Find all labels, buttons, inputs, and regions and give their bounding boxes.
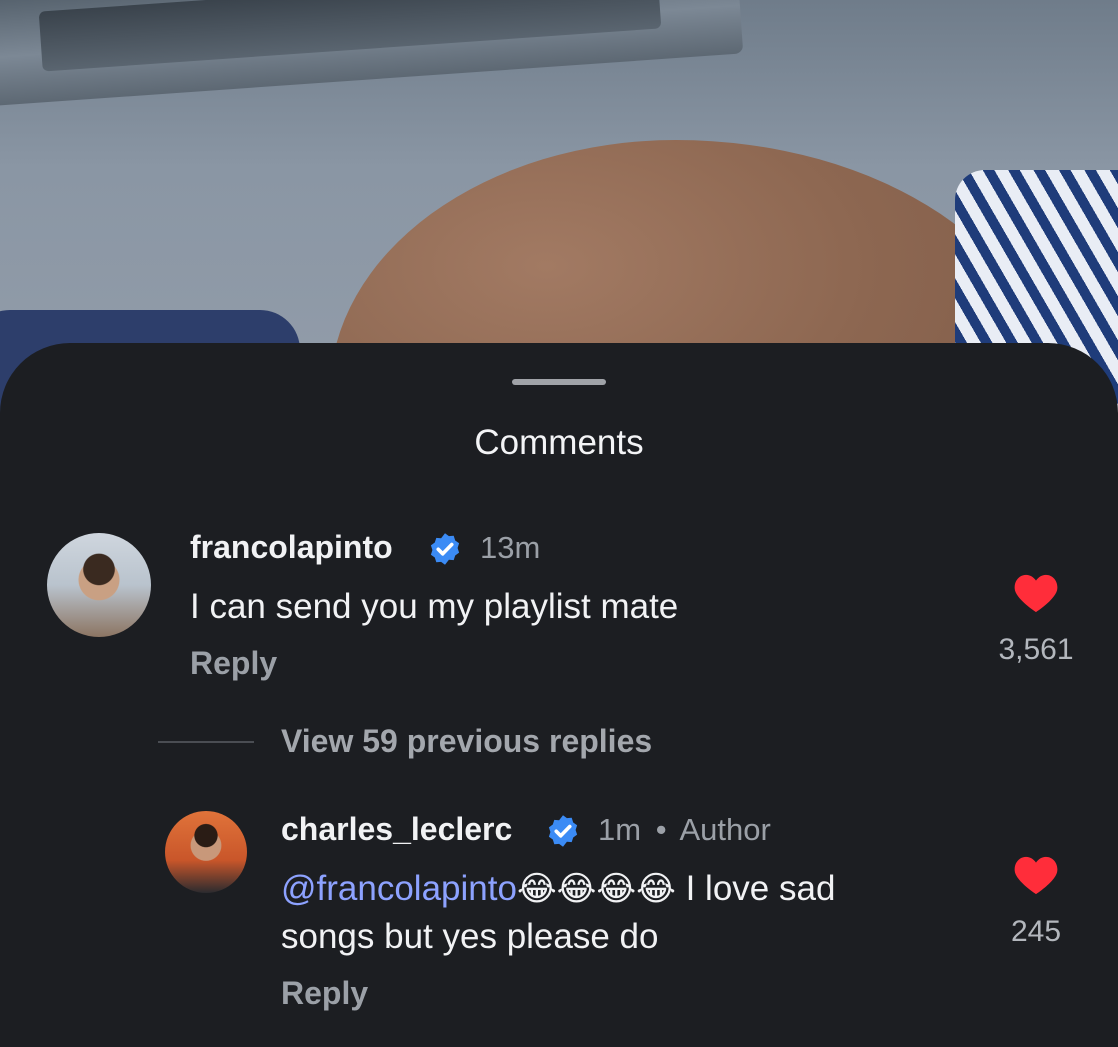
author-tag: Author xyxy=(679,812,771,847)
verified-badge-icon xyxy=(548,815,578,847)
meta-separator: • xyxy=(655,812,667,847)
verified-badge-icon xyxy=(430,533,460,565)
avatar-charles-leclerc[interactable] xyxy=(165,811,247,893)
sheet-title: Comments xyxy=(474,423,644,462)
heart-icon[interactable] xyxy=(1013,854,1059,896)
comment-timestamp: 13m xyxy=(480,530,541,565)
comment-username[interactable]: francolapinto xyxy=(190,529,393,566)
reply-button[interactable]: Reply xyxy=(190,645,277,682)
reply-text-line2: songs but yes please do xyxy=(281,917,659,956)
comments-sheet: Comments francolapinto 13m I can send yo… xyxy=(0,343,1118,1047)
sheet-drag-handle[interactable] xyxy=(512,379,606,385)
reply-text: @francolapinto😂😂😂😂 I love sad songs but … xyxy=(281,865,971,961)
reply-button[interactable]: Reply xyxy=(281,975,368,1012)
like-count: 245 xyxy=(1010,915,1062,948)
comment-text: I can send you my playlist mate xyxy=(190,587,679,626)
heart-icon[interactable] xyxy=(1013,572,1059,614)
avatar-francolapinto[interactable] xyxy=(47,533,151,637)
like-count: 3,561 xyxy=(998,633,1074,666)
laughing-emoji-icons: 😂😂😂😂 xyxy=(516,869,676,909)
view-previous-replies-button[interactable]: View 59 previous replies xyxy=(281,723,652,760)
mention-link[interactable]: @francolapinto xyxy=(281,869,517,908)
replies-divider xyxy=(158,741,254,743)
reply-meta: 1m • Author xyxy=(598,812,771,848)
reply-text-line1: I love sad xyxy=(675,869,836,908)
reply-username[interactable]: charles_leclerc xyxy=(281,811,512,848)
reply-timestamp: 1m xyxy=(598,812,642,847)
